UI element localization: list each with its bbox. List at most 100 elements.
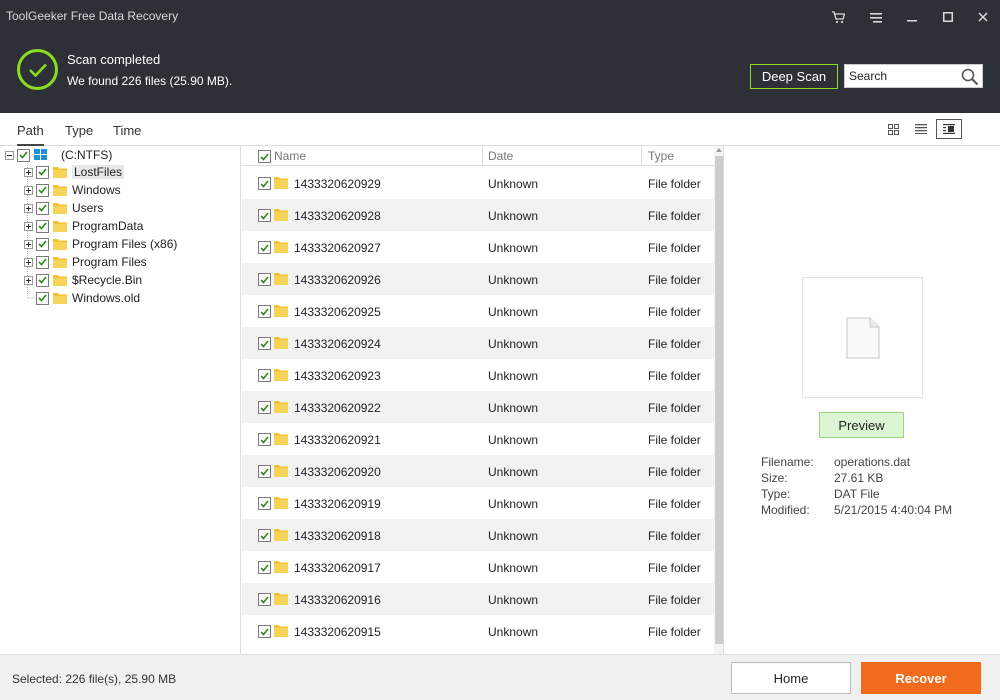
tree-checkbox[interactable] — [36, 183, 49, 197]
tree-checkbox[interactable] — [17, 148, 30, 162]
row-folder-icon — [274, 336, 288, 352]
row-checkbox[interactable] — [258, 433, 271, 446]
row-checkbox[interactable] — [258, 529, 271, 542]
tree-expand-toggle[interactable] — [24, 203, 33, 213]
column-divider[interactable] — [482, 146, 483, 166]
row-folder-icon — [274, 368, 288, 384]
file-row[interactable]: 1433320620920 Unknown File folder — [242, 455, 714, 487]
tree-root-drive[interactable]: (C:NTFS) — [5, 146, 112, 164]
tree-checkbox[interactable] — [36, 237, 49, 251]
file-row[interactable]: 1433320620919 Unknown File folder — [242, 487, 714, 519]
file-row[interactable]: 1433320620924 Unknown File folder — [242, 327, 714, 359]
tree-expand-toggle[interactable] — [24, 185, 33, 195]
meta-filename-value: operations.dat — [834, 455, 911, 469]
tree-checkbox[interactable] — [36, 273, 49, 287]
file-list-scrollbar[interactable] — [714, 146, 723, 654]
list-view-button[interactable] — [908, 119, 934, 139]
meta-size-label: Size: — [761, 471, 788, 485]
tab-type[interactable]: Type — [65, 123, 93, 144]
file-row[interactable]: 1433320620916 Unknown File folder — [242, 583, 714, 615]
row-checkbox[interactable] — [258, 497, 271, 510]
column-header-name[interactable]: Name — [274, 146, 306, 166]
select-all-checkbox[interactable] — [258, 150, 271, 163]
file-row[interactable]: 1433320620927 Unknown File folder — [242, 231, 714, 263]
row-checkbox[interactable] — [258, 625, 271, 638]
tab-time[interactable]: Time — [113, 123, 141, 144]
folder-icon — [274, 529, 288, 541]
row-checkbox[interactable] — [258, 337, 271, 350]
deep-scan-button[interactable]: Deep Scan — [750, 64, 838, 89]
close-button[interactable] — [966, 0, 1000, 34]
search-icon[interactable] — [960, 67, 980, 87]
tree-item-users[interactable]: Users — [24, 199, 103, 217]
folder-icon — [53, 293, 67, 304]
row-checkbox[interactable] — [258, 593, 271, 606]
file-row[interactable]: 1433320620922 Unknown File folder — [242, 391, 714, 423]
row-checkbox[interactable] — [258, 177, 271, 190]
scroll-up-icon[interactable] — [716, 148, 722, 152]
folder-icon — [274, 305, 288, 317]
tree-checkbox[interactable] — [36, 165, 49, 179]
row-folder-icon — [274, 304, 288, 320]
tree-checkbox[interactable] — [36, 219, 49, 233]
row-checkbox[interactable] — [258, 209, 271, 222]
file-row[interactable]: 1433320620915 Unknown File folder — [242, 615, 714, 647]
menu-button[interactable] — [859, 0, 893, 34]
maximize-button[interactable] — [931, 0, 965, 34]
tree-item-program-files[interactable]: Program Files — [24, 253, 147, 271]
row-date: Unknown — [488, 593, 539, 607]
row-checkbox[interactable] — [258, 305, 271, 318]
row-checkbox[interactable] — [258, 369, 271, 382]
row-checkbox[interactable] — [258, 241, 271, 254]
meta-type-value: DAT File — [834, 487, 880, 501]
search-input[interactable] — [845, 65, 960, 87]
file-row[interactable]: 1433320620921 Unknown File folder — [242, 423, 714, 455]
row-checkbox[interactable] — [258, 401, 271, 414]
tree-item-program-files-x86[interactable]: Program Files (x86) — [24, 235, 177, 253]
home-button[interactable]: Home — [731, 662, 851, 694]
tree-item-programdata[interactable]: ProgramData — [24, 217, 143, 235]
row-folder-icon — [274, 592, 288, 608]
tree-expand-toggle[interactable] — [24, 239, 33, 249]
folder-tree: (C:NTFS) LostFiles Windows Users Program… — [0, 146, 241, 654]
column-divider[interactable] — [641, 146, 642, 166]
file-row[interactable]: 1433320620917 Unknown File folder — [242, 551, 714, 583]
tree-expand-toggle[interactable] — [24, 257, 33, 267]
row-checkbox[interactable] — [258, 561, 271, 574]
row-checkbox[interactable] — [258, 465, 271, 478]
file-row[interactable]: 1433320620923 Unknown File folder — [242, 359, 714, 391]
column-header-type[interactable]: Type — [648, 146, 674, 166]
preview-button[interactable]: Preview — [819, 412, 904, 438]
tree-expand-toggle[interactable] — [24, 275, 33, 285]
tree-item-recycle-bin[interactable]: $Recycle.Bin — [24, 271, 142, 289]
tree-checkbox[interactable] — [36, 201, 49, 215]
tree-expand-toggle[interactable] — [24, 221, 33, 231]
file-row[interactable]: 1433320620926 Unknown File folder — [242, 263, 714, 295]
row-date: Unknown — [488, 465, 539, 479]
minimize-button[interactable] — [895, 0, 929, 34]
tree-expand-toggle[interactable] — [24, 167, 33, 177]
column-header-date[interactable]: Date — [488, 146, 513, 166]
detail-view-button[interactable] — [936, 119, 962, 139]
cart-button[interactable] — [821, 0, 855, 34]
recover-button[interactable]: Recover — [861, 662, 981, 694]
file-row[interactable]: 1433320620928 Unknown File folder — [242, 199, 714, 231]
grid-view-button[interactable] — [880, 119, 906, 139]
tree-checkbox[interactable] — [36, 291, 49, 305]
tab-path[interactable]: Path — [17, 123, 44, 146]
row-checkbox[interactable] — [258, 273, 271, 286]
tree-item-windows[interactable]: Windows — [24, 181, 121, 199]
file-row[interactable]: 1433320620918 Unknown File folder — [242, 519, 714, 551]
folder-icon — [53, 239, 67, 250]
folder-icon — [274, 433, 288, 445]
tree-item-windows-old[interactable]: Windows.old — [36, 289, 140, 307]
meta-modified-label: Modified: — [761, 503, 810, 517]
file-row[interactable]: 1433320620929 Unknown File folder — [242, 167, 714, 199]
scrollbar-thumb[interactable] — [715, 156, 723, 644]
file-row[interactable]: 1433320620925 Unknown File folder — [242, 295, 714, 327]
tree-checkbox[interactable] — [36, 255, 49, 269]
tree-collapse-toggle[interactable] — [5, 150, 14, 160]
tree-root-label: (C:NTFS) — [61, 148, 113, 162]
folder-icon — [274, 625, 288, 637]
tree-item-lostfiles[interactable]: LostFiles — [24, 163, 125, 181]
